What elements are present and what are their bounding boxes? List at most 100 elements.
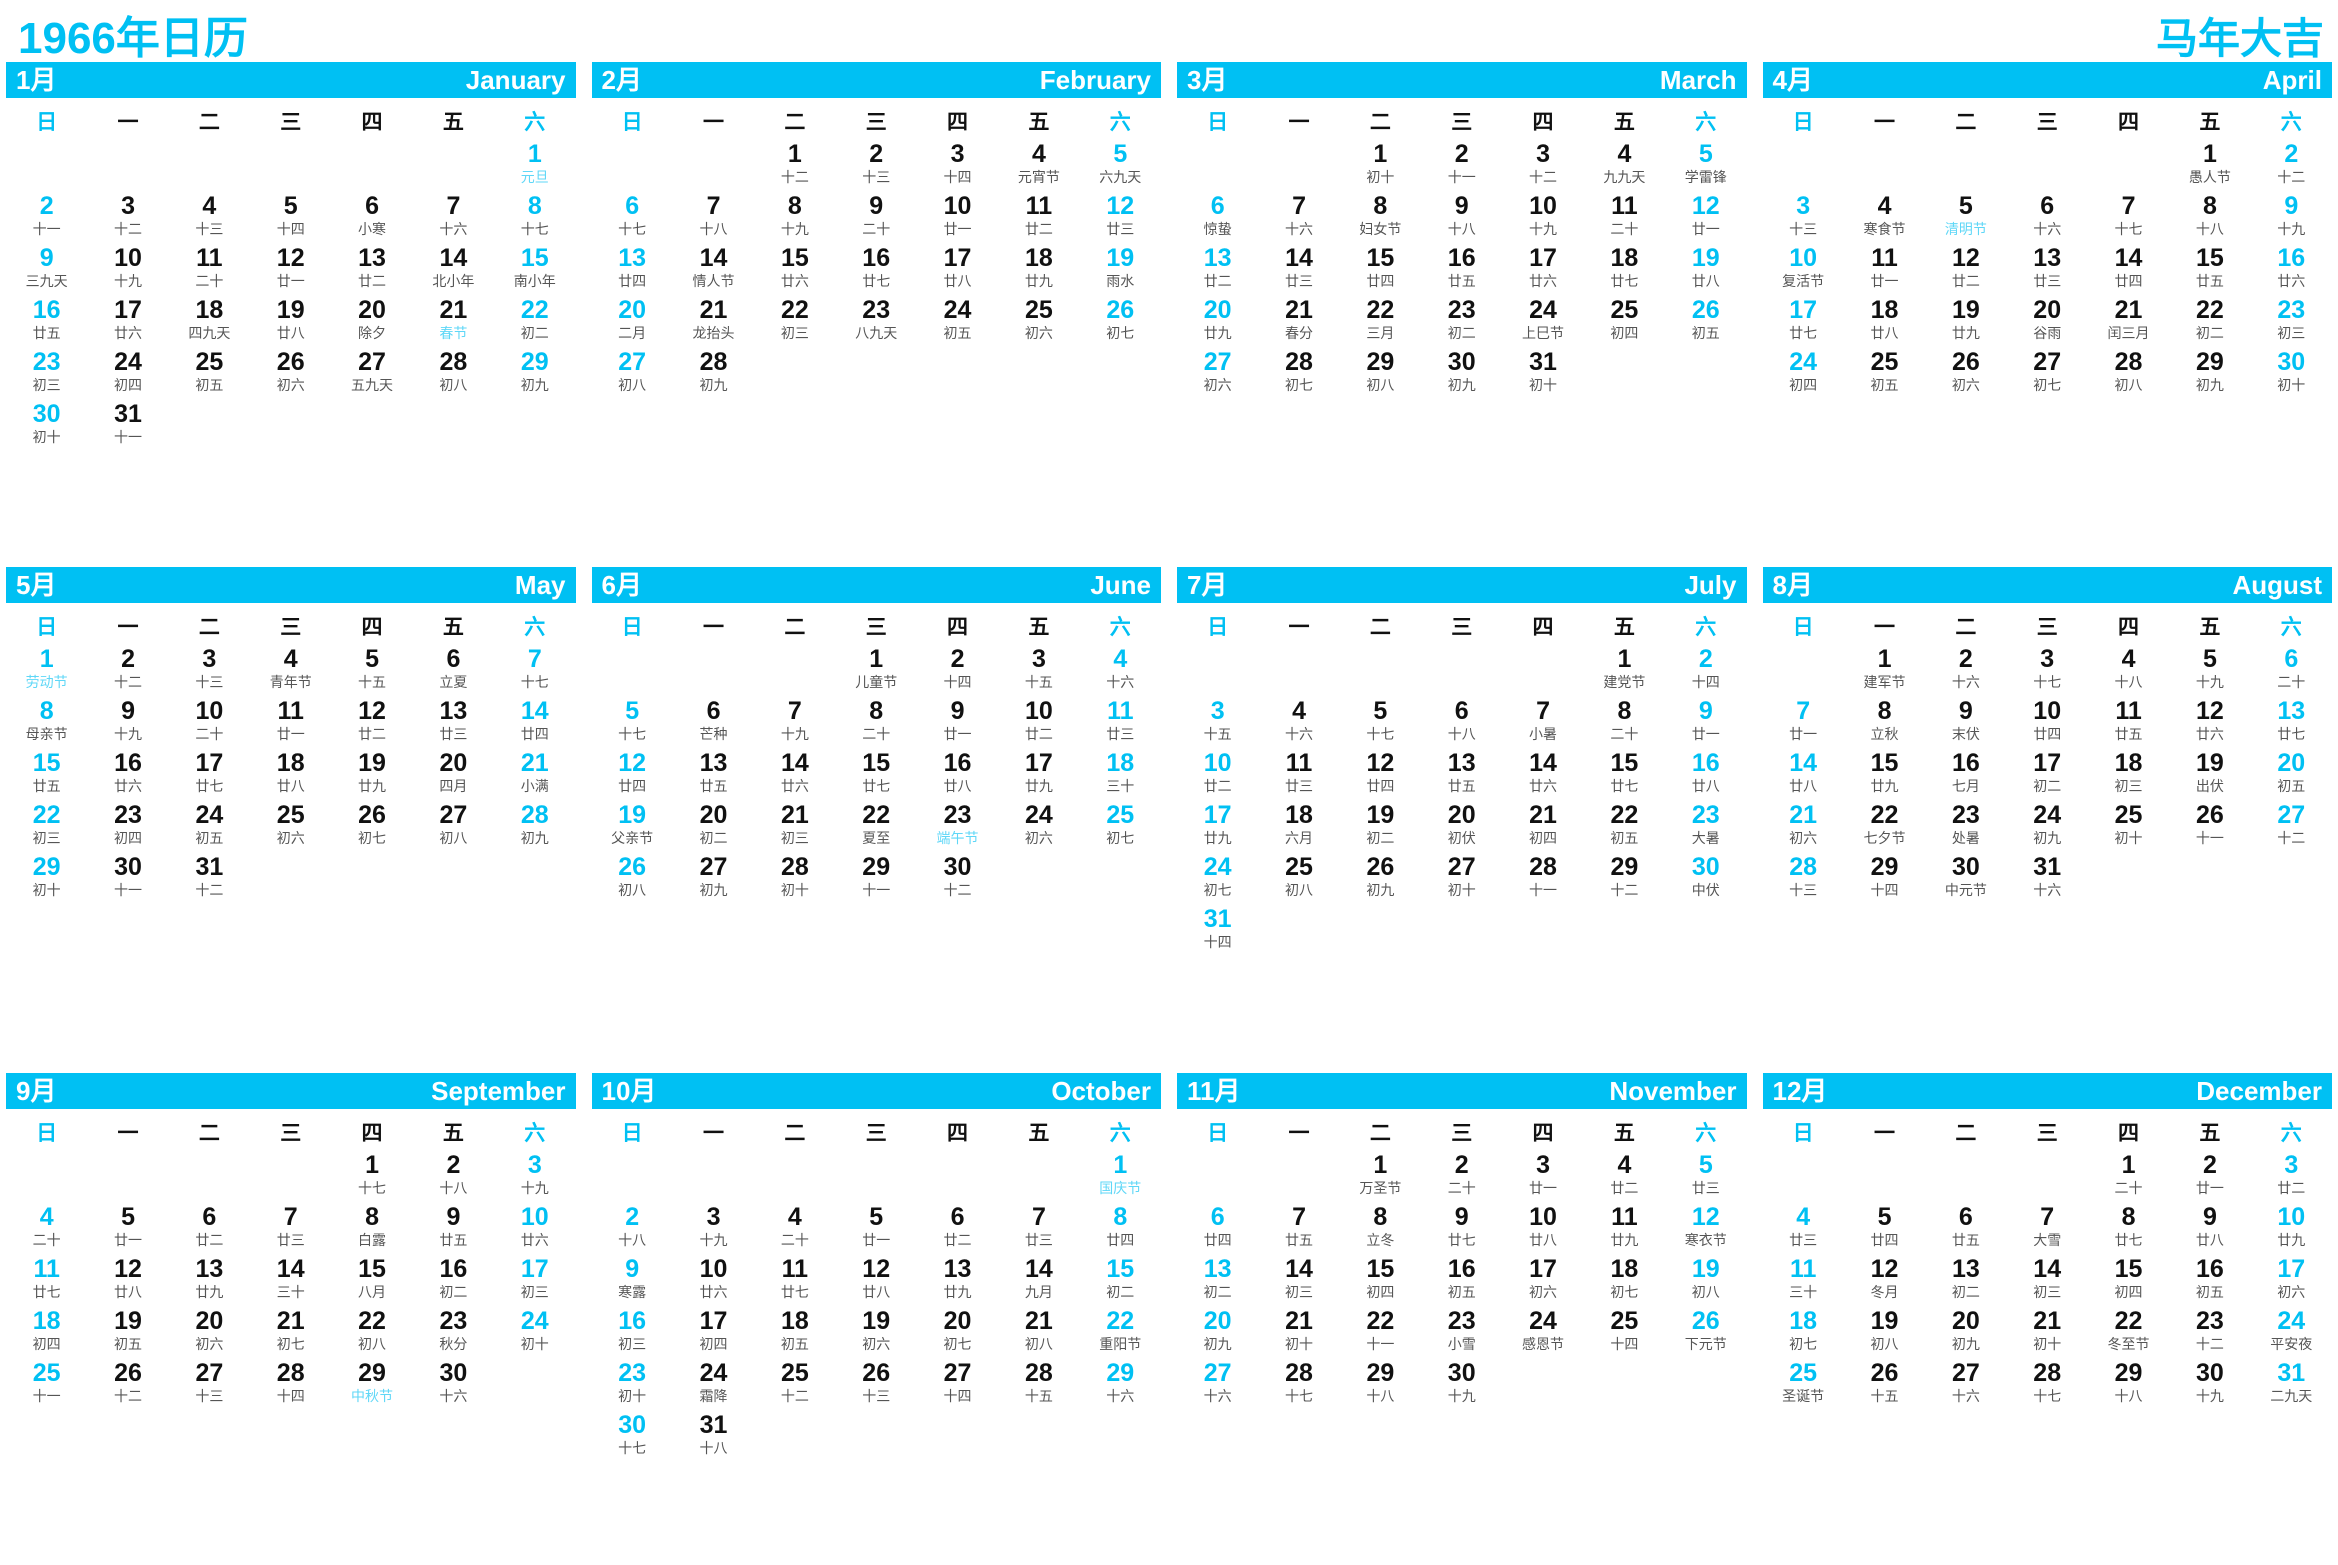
day-cell[interactable]: 12 廿四 <box>1340 749 1421 801</box>
day-cell[interactable]: 30 十九 <box>1421 1359 1502 1411</box>
day-cell[interactable]: 25 圣诞节 <box>1763 1359 1844 1411</box>
day-cell[interactable]: 15 廿五 <box>2169 244 2250 296</box>
day-cell[interactable]: 9 廿八 <box>2169 1203 2250 1255</box>
day-cell[interactable]: 9 廿七 <box>1421 1203 1502 1255</box>
day-cell[interactable]: 17 初六 <box>1502 1255 1583 1307</box>
day-cell[interactable]: 21 初三 <box>754 801 835 853</box>
day-cell[interactable]: 27 十六 <box>1925 1359 2006 1411</box>
day-cell[interactable]: 10 廿二 <box>998 697 1079 749</box>
day-cell[interactable]: 6 十七 <box>592 192 673 244</box>
day-cell[interactable]: 27 十四 <box>917 1359 998 1411</box>
day-cell[interactable]: 20 初六 <box>169 1307 250 1359</box>
day-cell[interactable]: 8 立冬 <box>1340 1203 1421 1255</box>
day-cell[interactable]: 13 廿三 <box>413 697 494 749</box>
day-cell[interactable]: 7 廿一 <box>1763 697 1844 749</box>
day-cell[interactable]: 13 廿七 <box>2251 697 2332 749</box>
day-cell[interactable]: 1 建军节 <box>1844 645 1925 697</box>
day-cell[interactable]: 17 廿七 <box>169 749 250 801</box>
day-cell[interactable]: 3 十五 <box>1177 697 1258 749</box>
day-cell[interactable]: 30 十七 <box>592 1411 673 1463</box>
day-cell[interactable]: 17 初六 <box>2251 1255 2332 1307</box>
day-cell[interactable]: 3 十七 <box>2007 645 2088 697</box>
day-cell[interactable]: 20 初伏 <box>1421 801 1502 853</box>
day-cell[interactable]: 7 小暑 <box>1502 697 1583 749</box>
day-cell[interactable]: 21 春节 <box>413 296 494 348</box>
day-cell[interactable]: 3 十二 <box>1502 140 1583 192</box>
day-cell[interactable]: 8 廿七 <box>2088 1203 2169 1255</box>
day-cell[interactable]: 4 青年节 <box>250 645 331 697</box>
day-cell[interactable]: 11 廿五 <box>2088 697 2169 749</box>
day-cell[interactable]: 29 十六 <box>1080 1359 1161 1411</box>
day-cell[interactable]: 1 愚人节 <box>2169 140 2250 192</box>
day-cell[interactable]: 5 廿一 <box>836 1203 917 1255</box>
day-cell[interactable]: 10 廿九 <box>2251 1203 2332 1255</box>
day-cell[interactable]: 13 廿四 <box>592 244 673 296</box>
day-cell[interactable]: 29 初九 <box>494 348 575 400</box>
day-cell[interactable]: 23 初四 <box>87 801 168 853</box>
day-cell[interactable]: 24 初四 <box>87 348 168 400</box>
day-cell[interactable]: 6 小寒 <box>331 192 412 244</box>
day-cell[interactable]: 16 廿七 <box>836 244 917 296</box>
day-cell[interactable]: 16 七月 <box>1925 749 2006 801</box>
day-cell[interactable]: 21 初十 <box>2007 1307 2088 1359</box>
day-cell[interactable]: 5 廿四 <box>1844 1203 1925 1255</box>
day-cell[interactable]: 7 廿三 <box>250 1203 331 1255</box>
day-cell[interactable]: 15 廿七 <box>836 749 917 801</box>
day-cell[interactable]: 12 廿八 <box>87 1255 168 1307</box>
day-cell[interactable]: 21 初四 <box>1502 801 1583 853</box>
day-cell[interactable]: 9 二十 <box>836 192 917 244</box>
day-cell[interactable]: 13 廿二 <box>1177 244 1258 296</box>
day-cell[interactable]: 2 十八 <box>413 1151 494 1203</box>
day-cell[interactable]: 20 廿九 <box>1177 296 1258 348</box>
day-cell[interactable]: 8 二十 <box>1584 697 1665 749</box>
day-cell[interactable]: 29 初九 <box>2169 348 2250 400</box>
day-cell[interactable]: 28 十七 <box>2007 1359 2088 1411</box>
day-cell[interactable]: 16 初三 <box>592 1307 673 1359</box>
day-cell[interactable]: 25 初八 <box>1258 853 1339 905</box>
day-cell[interactable]: 25 初十 <box>2088 801 2169 853</box>
day-cell[interactable]: 4 十三 <box>169 192 250 244</box>
day-cell[interactable]: 12 廿八 <box>836 1255 917 1307</box>
day-cell[interactable]: 21 初六 <box>1763 801 1844 853</box>
day-cell[interactable]: 2 十一 <box>1421 140 1502 192</box>
day-cell[interactable]: 18 初七 <box>1584 1255 1665 1307</box>
day-cell[interactable]: 23 端午节 <box>917 801 998 853</box>
day-cell[interactable]: 24 初七 <box>1177 853 1258 905</box>
day-cell[interactable]: 11 廿七 <box>754 1255 835 1307</box>
day-cell[interactable]: 26 初七 <box>1080 296 1161 348</box>
day-cell[interactable]: 6 廿二 <box>917 1203 998 1255</box>
day-cell[interactable]: 15 初四 <box>1340 1255 1421 1307</box>
day-cell[interactable]: 13 廿五 <box>1421 749 1502 801</box>
day-cell[interactable]: 30 十九 <box>2169 1359 2250 1411</box>
day-cell[interactable]: 3 廿一 <box>1502 1151 1583 1203</box>
day-cell[interactable]: 19 父亲节 <box>592 801 673 853</box>
day-cell[interactable]: 1 十七 <box>331 1151 412 1203</box>
day-cell[interactable]: 15 廿五 <box>6 749 87 801</box>
day-cell[interactable]: 10 廿八 <box>1502 1203 1583 1255</box>
day-cell[interactable]: 15 廿七 <box>1584 749 1665 801</box>
day-cell[interactable]: 31 十六 <box>2007 853 2088 905</box>
day-cell[interactable]: 11 三十 <box>1763 1255 1844 1307</box>
day-cell[interactable]: 18 廿八 <box>1844 296 1925 348</box>
day-cell[interactable]: 19 廿九 <box>1925 296 2006 348</box>
day-cell[interactable]: 14 情人节 <box>673 244 754 296</box>
day-cell[interactable]: 9 廿五 <box>413 1203 494 1255</box>
day-cell[interactable]: 22 初三 <box>6 801 87 853</box>
day-cell[interactable]: 4 九九天 <box>1584 140 1665 192</box>
day-cell[interactable]: 22 初二 <box>494 296 575 348</box>
day-cell[interactable]: 16 廿五 <box>6 296 87 348</box>
day-cell[interactable]: 12 廿四 <box>592 749 673 801</box>
day-cell[interactable]: 23 大暑 <box>1665 801 1746 853</box>
day-cell[interactable]: 3 十九 <box>673 1203 754 1255</box>
day-cell[interactable]: 27 初八 <box>413 801 494 853</box>
day-cell[interactable]: 28 初十 <box>754 853 835 905</box>
day-cell[interactable]: 2 十一 <box>6 192 87 244</box>
day-cell[interactable]: 12 廿六 <box>2169 697 2250 749</box>
day-cell[interactable]: 28 十四 <box>250 1359 331 1411</box>
day-cell[interactable]: 9 廿一 <box>1665 697 1746 749</box>
day-cell[interactable]: 9 十九 <box>2251 192 2332 244</box>
day-cell[interactable]: 30 中伏 <box>1665 853 1746 905</box>
day-cell[interactable]: 21 初十 <box>1258 1307 1339 1359</box>
day-cell[interactable]: 11 廿一 <box>1844 244 1925 296</box>
day-cell[interactable]: 16 廿八 <box>917 749 998 801</box>
